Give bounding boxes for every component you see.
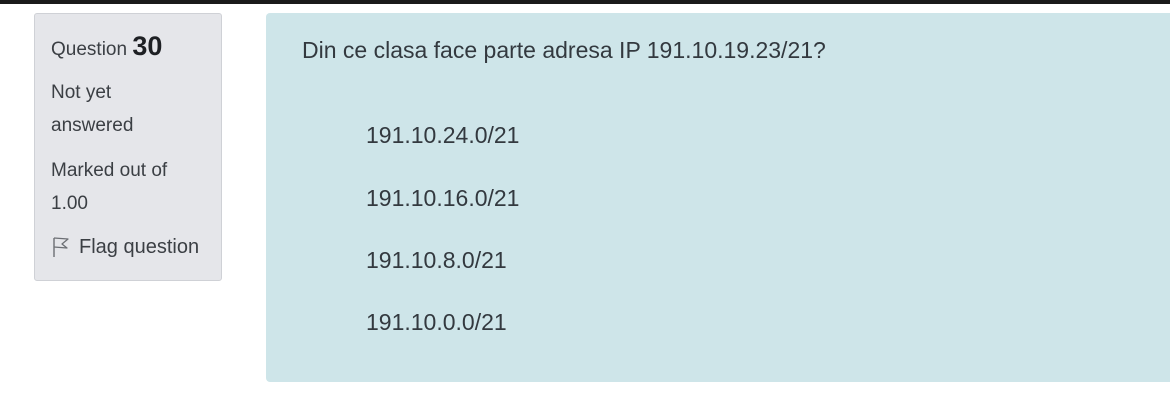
question-grade: Marked out of 1.00 xyxy=(51,154,207,220)
answer-option-1[interactable]: 191.10.24.0/21 xyxy=(366,122,519,149)
question-state-line-2: answered xyxy=(51,115,134,136)
answer-option-4[interactable]: 191.10.0.0/21 xyxy=(366,309,507,336)
answer-option-3[interactable]: 191.10.8.0/21 xyxy=(366,247,507,274)
answer-option-2[interactable]: 191.10.16.0/21 xyxy=(366,185,519,212)
question-state-line-1: Not yet xyxy=(51,82,112,103)
flag-icon xyxy=(51,236,71,258)
question-number: 30 xyxy=(132,31,163,61)
question-content: Din ce clasa face parte adresa IP 191.10… xyxy=(266,13,1170,382)
question-state: Not yet answered xyxy=(51,76,207,142)
question-info-panel: Question 30 Not yet answered Marked out … xyxy=(34,13,222,281)
flag-question-link[interactable]: Flag question xyxy=(51,232,207,262)
top-divider xyxy=(0,0,1170,4)
question-grade-line-1: Marked out of xyxy=(51,160,168,181)
question-number-heading: Question 30 xyxy=(51,28,207,68)
answer-options: 191.10.24.0/21 191.10.16.0/21 191.10.8.0… xyxy=(330,13,930,382)
flag-question-label: Flag question xyxy=(79,236,200,258)
question-label: Question xyxy=(51,39,128,60)
question-grade-line-2: 1.00 xyxy=(51,193,88,214)
